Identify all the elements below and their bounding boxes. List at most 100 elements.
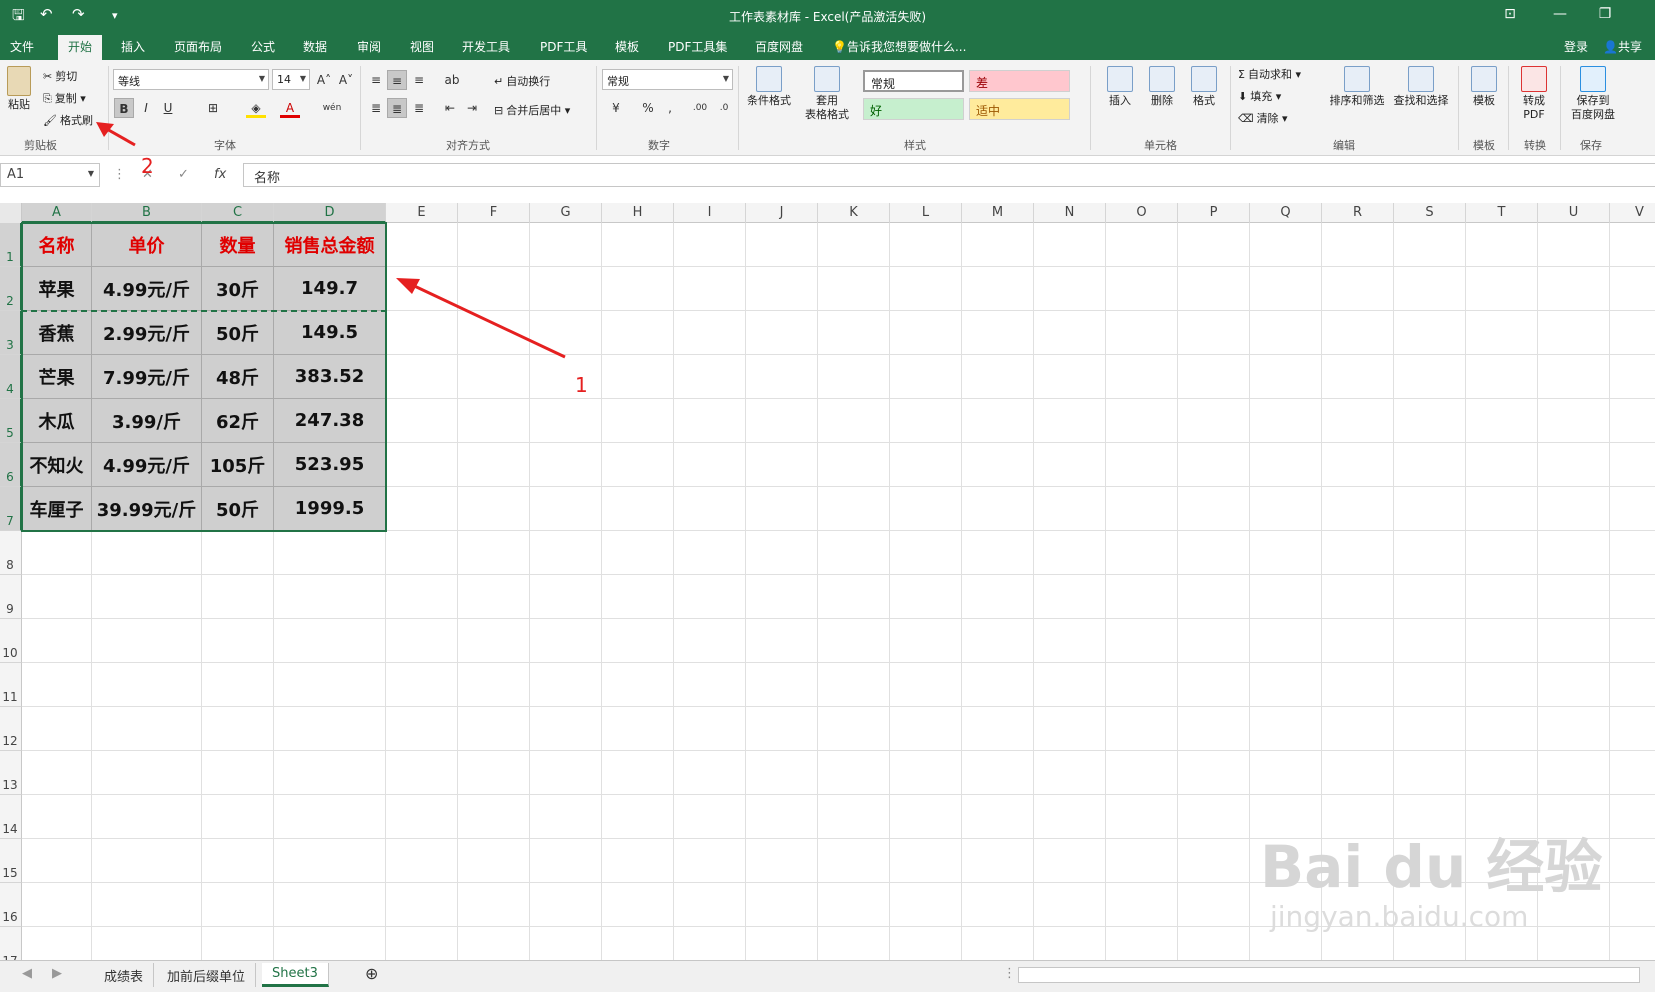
- tab-file[interactable]: 文件: [10, 38, 34, 55]
- underline-button[interactable]: U: [158, 98, 178, 118]
- column-header-j[interactable]: J: [746, 203, 818, 223]
- tab-template[interactable]: 模板: [615, 38, 639, 55]
- column-header-v[interactable]: V: [1610, 203, 1655, 223]
- formula-input[interactable]: 名称: [243, 163, 1655, 187]
- tab-page-layout[interactable]: 页面布局: [174, 38, 222, 55]
- column-header-l[interactable]: L: [890, 203, 962, 223]
- column-header-k[interactable]: K: [818, 203, 890, 223]
- row-header-5[interactable]: 5: [0, 399, 22, 443]
- tab-review[interactable]: 审阅: [357, 38, 381, 55]
- scroll-left-icon[interactable]: ◀: [12, 963, 42, 987]
- conditional-formatting-button[interactable]: 条件格式: [744, 66, 794, 108]
- row-header-11[interactable]: 11: [0, 663, 22, 707]
- bold-button[interactable]: B: [114, 98, 134, 118]
- increase-indent-icon[interactable]: ⇥: [462, 98, 482, 118]
- comma-style-button[interactable]: ,: [660, 98, 680, 118]
- column-header-d[interactable]: D: [274, 203, 386, 223]
- add-sheet-icon[interactable]: ⊕: [355, 961, 388, 985]
- restore-icon[interactable]: ❐: [1590, 6, 1620, 22]
- wrap-text-button[interactable]: ↵ 自动换行: [494, 73, 550, 89]
- decrease-font-icon[interactable]: A˅: [336, 70, 356, 90]
- autosum-button[interactable]: Σ 自动求和 ▾: [1238, 66, 1301, 82]
- row-header-17[interactable]: 17: [0, 927, 22, 960]
- borders-icon[interactable]: ⊞: [203, 98, 223, 118]
- share-button[interactable]: 👤共享: [1603, 38, 1642, 55]
- column-header-u[interactable]: U: [1538, 203, 1610, 223]
- format-cells-button[interactable]: 格式: [1186, 66, 1222, 108]
- column-header-r[interactable]: R: [1322, 203, 1394, 223]
- tab-developer[interactable]: 开发工具: [462, 38, 510, 55]
- clear-button[interactable]: ⌫ 清除 ▾: [1238, 110, 1288, 126]
- sort-filter-button[interactable]: 排序和筛选: [1326, 66, 1388, 108]
- orientation-icon[interactable]: ab: [442, 70, 462, 90]
- insert-cells-button[interactable]: 插入: [1102, 66, 1138, 108]
- row-header-14[interactable]: 14: [0, 795, 22, 839]
- column-header-p[interactable]: P: [1178, 203, 1250, 223]
- select-all-corner[interactable]: [0, 203, 22, 223]
- column-header-t[interactable]: T: [1466, 203, 1538, 223]
- row-header-9[interactable]: 9: [0, 575, 22, 619]
- sheet-tab-prefix-suffix[interactable]: 加前后缀单位: [157, 963, 257, 987]
- decrease-decimal-icon[interactable]: .0: [714, 98, 734, 118]
- style-good[interactable]: 好: [863, 98, 964, 120]
- style-neutral[interactable]: 适中: [969, 98, 1070, 120]
- column-header-g[interactable]: G: [530, 203, 602, 223]
- fill-button[interactable]: ⬇ 填充 ▾: [1238, 88, 1281, 104]
- row-header-7[interactable]: 7: [0, 487, 22, 531]
- row-header-1[interactable]: 1: [0, 223, 22, 267]
- tab-insert[interactable]: 插入: [121, 38, 145, 55]
- tab-baidu-netdisk[interactable]: 百度网盘: [755, 38, 803, 55]
- column-header-b[interactable]: B: [92, 203, 202, 223]
- align-top-icon[interactable]: ≡: [366, 70, 386, 90]
- login-link[interactable]: 登录: [1564, 38, 1588, 55]
- format-as-table-button[interactable]: 套用 表格格式: [800, 66, 854, 122]
- tab-view[interactable]: 视图: [410, 38, 434, 55]
- tab-pdf-tools[interactable]: PDF工具: [540, 38, 587, 55]
- tab-home[interactable]: 开始: [58, 35, 103, 60]
- align-right-icon[interactable]: ≣: [409, 98, 429, 118]
- column-header-a[interactable]: A: [22, 203, 92, 223]
- name-box[interactable]: A1 ▼: [0, 163, 100, 187]
- sheet-tab-sheet3[interactable]: Sheet3: [262, 963, 329, 987]
- increase-font-icon[interactable]: A˄: [314, 70, 334, 90]
- template-button[interactable]: 模板: [1466, 66, 1502, 108]
- row-header-6[interactable]: 6: [0, 443, 22, 487]
- scroll-right-icon[interactable]: ▶: [42, 963, 72, 987]
- row-header-10[interactable]: 10: [0, 619, 22, 663]
- row-header-15[interactable]: 15: [0, 839, 22, 883]
- insert-function-icon[interactable]: fx: [214, 167, 226, 182]
- tell-me-search[interactable]: 💡告诉我您想要做什么...: [832, 38, 966, 55]
- copy-button[interactable]: ⎘ 复制 ▾: [43, 90, 86, 106]
- decrease-indent-icon[interactable]: ⇤: [440, 98, 460, 118]
- percent-button[interactable]: %: [638, 98, 658, 118]
- column-header-c[interactable]: C: [202, 203, 274, 223]
- column-header-s[interactable]: S: [1394, 203, 1466, 223]
- horizontal-scrollbar[interactable]: [1018, 967, 1640, 983]
- enter-icon[interactable]: ✓: [178, 167, 189, 182]
- column-header-o[interactable]: O: [1106, 203, 1178, 223]
- phonetic-icon[interactable]: wén: [322, 98, 342, 118]
- style-bad[interactable]: 差: [969, 70, 1070, 92]
- font-size-select[interactable]: 14 ▼: [272, 69, 310, 90]
- convert-pdf-button[interactable]: 转成 PDF: [1514, 66, 1554, 122]
- align-bottom-icon[interactable]: ≡: [409, 70, 429, 90]
- number-format-select[interactable]: 常规 ▼: [602, 69, 733, 90]
- tab-formulas[interactable]: 公式: [251, 38, 275, 55]
- format-painter-button[interactable]: 🖌 格式刷: [43, 112, 93, 128]
- row-header-3[interactable]: 3: [0, 311, 22, 355]
- row-header-13[interactable]: 13: [0, 751, 22, 795]
- column-header-m[interactable]: M: [962, 203, 1034, 223]
- font-color-icon[interactable]: A: [280, 98, 300, 118]
- ribbon-display-options-icon[interactable]: ⊡: [1495, 6, 1525, 22]
- minimize-icon[interactable]: —: [1545, 6, 1575, 22]
- italic-button[interactable]: I: [136, 98, 156, 118]
- tab-data[interactable]: 数据: [303, 38, 327, 55]
- tab-pdf-toolset[interactable]: PDF工具集: [668, 38, 727, 55]
- row-header-4[interactable]: 4: [0, 355, 22, 399]
- column-header-e[interactable]: E: [386, 203, 458, 223]
- delete-cells-button[interactable]: 删除: [1144, 66, 1180, 108]
- sheet-tab-grades[interactable]: 成绩表: [94, 963, 155, 987]
- row-header-8[interactable]: 8: [0, 531, 22, 575]
- column-header-n[interactable]: N: [1034, 203, 1106, 223]
- cut-button[interactable]: ✂ 剪切: [43, 68, 77, 84]
